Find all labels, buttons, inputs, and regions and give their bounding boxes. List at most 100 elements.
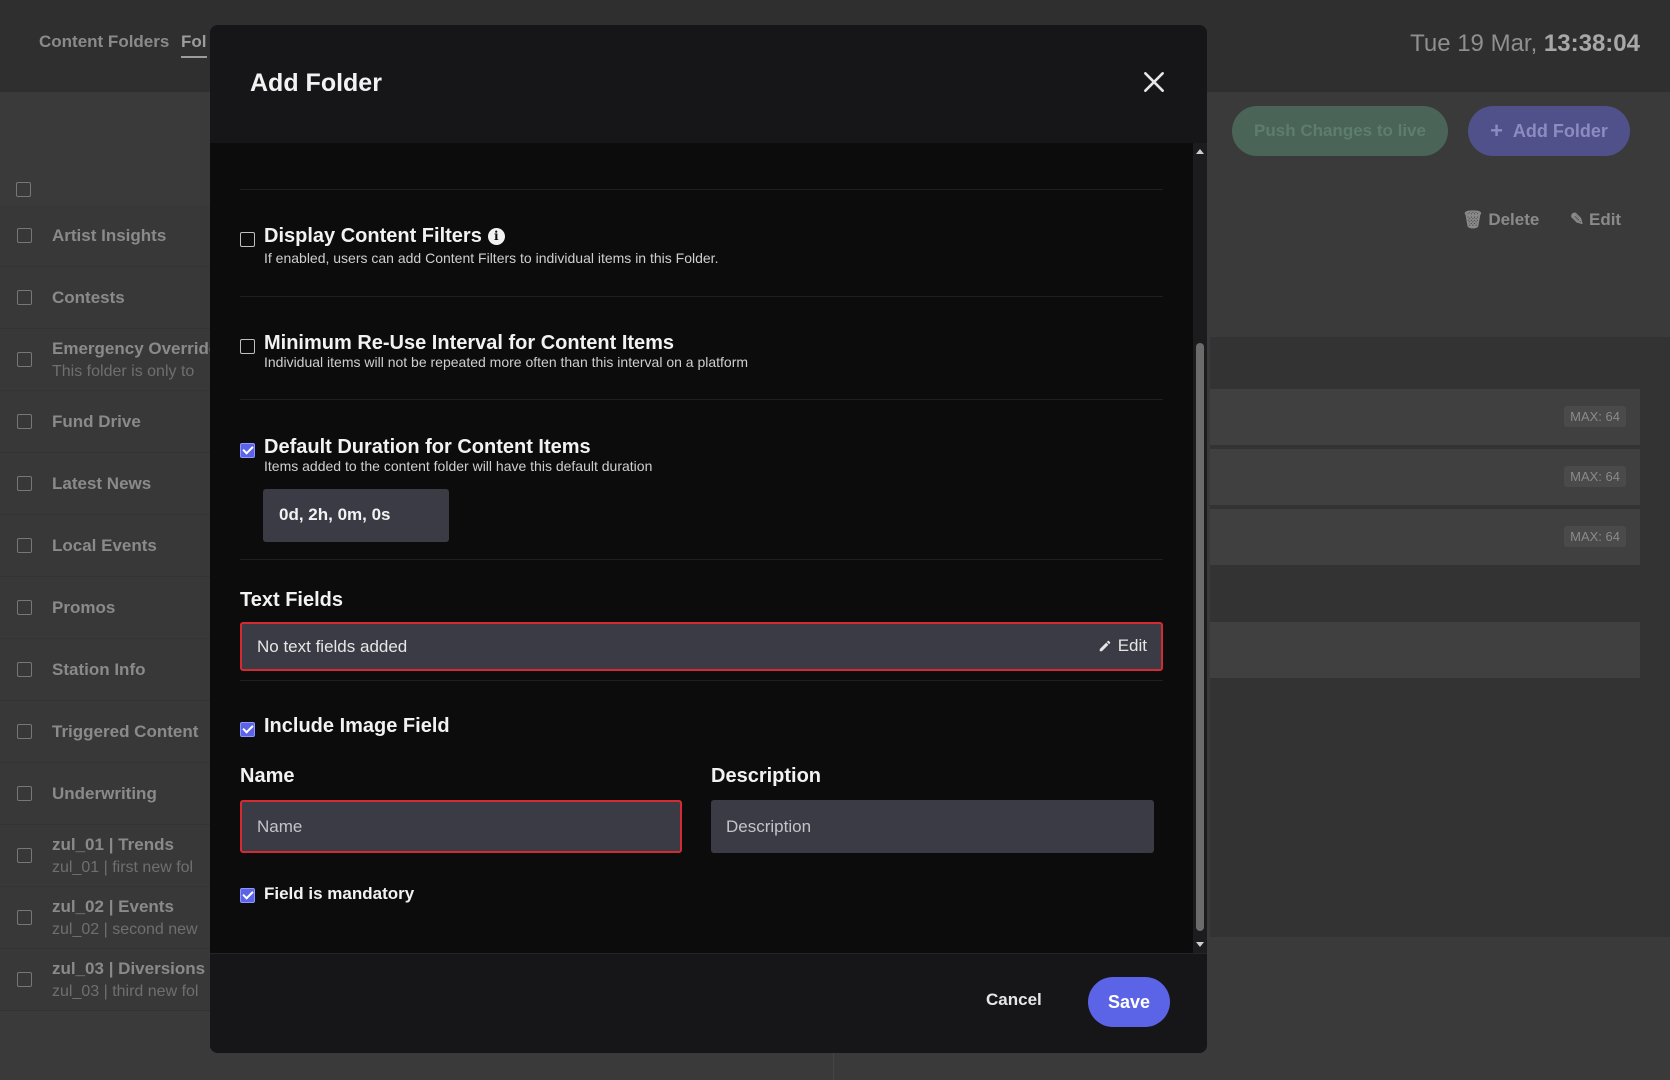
folder-title: Local Events [52,535,157,555]
folder-list-item[interactable]: Station Info [0,639,212,701]
scroll-thumb[interactable] [1196,343,1204,931]
scroll-up-arrow-icon[interactable] [1196,149,1204,154]
delete-label: Delete [1488,210,1540,229]
folder-subtitle: zul_01 | first new fol [52,858,194,876]
folder-list-item[interactable]: zul_02 | Events zul_02 | second new [0,887,212,949]
folder-list-item[interactable]: Emergency Override This folder is only to [0,329,219,391]
reuse-interval-description: Individual items will not be repeated mo… [264,354,749,370]
folder-list-item[interactable]: zul_01 | Trends zul_01 | first new fol [0,825,212,887]
description-input[interactable] [711,800,1154,853]
folder-checkbox[interactable] [17,971,32,987]
folder-checkbox[interactable] [17,847,32,863]
delete-action[interactable]: 🗑 Delete [1462,210,1539,230]
divider [240,559,1163,560]
max-badge: MAX: 64 [1564,406,1626,427]
folder-list-item[interactable]: Promos [0,577,212,639]
divider [240,296,1163,297]
folder-list-item[interactable]: Triggered Content [0,701,212,763]
folder-list-item[interactable]: Contests [0,267,212,329]
pencil-icon: ✎ [1570,210,1585,229]
reuse-interval-checkbox[interactable] [240,339,255,354]
folder-title: zul_02 | Events [52,896,174,916]
include-image-field-label: Include Image Field [264,715,450,737]
name-input[interactable] [240,800,682,853]
max-badge: MAX: 64 [1564,526,1626,547]
folder-list-item[interactable]: Fund Drive [0,391,212,453]
folder-title: Fund Drive [52,411,141,431]
add-folder-dialog: Add Folder Display Content Filters i If e… [210,25,1207,1053]
folder-title: zul_01 | Trends [52,834,174,854]
folder-checkbox[interactable] [17,723,32,739]
folder-list: Artist Insights Contests Emergency Overrid… [0,205,219,1011]
name-label: Name [240,765,295,787]
folder-title: zul_03 | Diversions [52,958,206,978]
add-folder-button[interactable]: + Add Folder [1468,106,1630,156]
edit-text-fields-button[interactable]: Edit [1098,636,1147,656]
folder-checkbox[interactable] [17,599,32,615]
scroll-down-arrow-icon[interactable] [1196,942,1204,947]
divider [240,399,1163,400]
clock-time: 13:38:04 [1543,30,1640,57]
folder-checkbox[interactable] [17,909,32,925]
field-mandatory-label: Field is mandatory [264,884,415,903]
content-filters-label: Display Content Filters [264,225,482,247]
folder-checkbox[interactable] [17,351,32,367]
divider [240,189,1163,190]
plus-icon: + [1490,118,1503,143]
folder-title: Artist Insights [52,225,167,245]
cancel-button[interactable]: Cancel [986,990,1042,1010]
folder-checkbox[interactable] [17,289,32,305]
info-icon[interactable]: i [487,228,505,245]
folder-list-item[interactable]: Artist Insights [0,205,212,267]
max-badge: MAX: 64 [1564,466,1626,487]
folder-title: Latest News [52,473,152,493]
folder-checkbox[interactable] [17,475,32,491]
folder-checkbox[interactable] [17,227,32,243]
tab-folders[interactable]: Fol [181,32,207,58]
folder-title: Contests [52,287,125,307]
description-label: Description [711,765,822,787]
clock: Tue 19 Mar, 13:38:04 [1410,30,1640,58]
folder-list-item[interactable]: Local Events [0,515,212,577]
content-filters-title: Display Content Filters i [264,225,505,248]
folder-title: Emergency Override [52,338,219,358]
folder-list-item[interactable]: Underwriting [0,763,212,825]
default-duration-title: Default Duration for Content Items [264,436,591,458]
dialog-scrollbar[interactable] [1193,143,1207,953]
folder-checkbox[interactable] [17,661,32,677]
folder-list-item[interactable]: Latest News [0,453,212,515]
dialog-body[interactable]: Display Content Filters i If enabled, use… [210,143,1193,953]
default-duration-checkbox[interactable] [240,443,255,458]
text-fields-box: No text fields added Edit [240,622,1163,671]
folder-title: Station Info [52,659,146,679]
edit-action[interactable]: ✎ Edit [1570,210,1621,230]
trash-icon: 🗑 [1462,210,1484,229]
folder-checkbox[interactable] [17,537,32,553]
detail-row: MAX: 64 [1210,449,1640,505]
folder-checkbox[interactable] [17,413,32,429]
field-mandatory-checkbox[interactable] [240,888,255,903]
save-button[interactable]: Save [1088,977,1170,1027]
close-icon[interactable] [1141,69,1167,95]
content-filters-description: If enabled, users can add Content Filter… [264,250,719,266]
folder-list-item[interactable]: zul_03 | Diversions zul_03 | third new fo… [0,949,212,1011]
include-image-field-checkbox[interactable] [240,722,255,737]
folder-checkbox[interactable] [17,785,32,801]
dialog-title: Add Folder [250,69,382,97]
folder-subtitle: zul_03 | third new fol [52,982,199,1000]
detail-row: MAX: 64 [1210,509,1640,565]
text-fields-empty-message: No text fields added [257,637,408,656]
content-filters-checkbox[interactable] [240,232,255,247]
select-all-checkbox[interactable] [16,182,31,197]
default-duration-input[interactable]: 0d, 2h, 0m, 0s [263,489,449,542]
text-fields-heading: Text Fields [240,589,343,611]
pencil-icon [1099,640,1110,652]
reuse-interval-title: Minimum Re-Use Interval for Content Item… [264,332,675,354]
folder-title: Promos [52,597,116,617]
push-changes-button[interactable]: Push Changes to live [1232,106,1448,156]
detail-row [1210,622,1640,678]
tab-content-folders[interactable]: Content Folders [39,32,169,52]
edit-label: Edit [1117,636,1147,655]
divider [240,680,1163,681]
detail-row: MAX: 64 [1210,389,1640,445]
